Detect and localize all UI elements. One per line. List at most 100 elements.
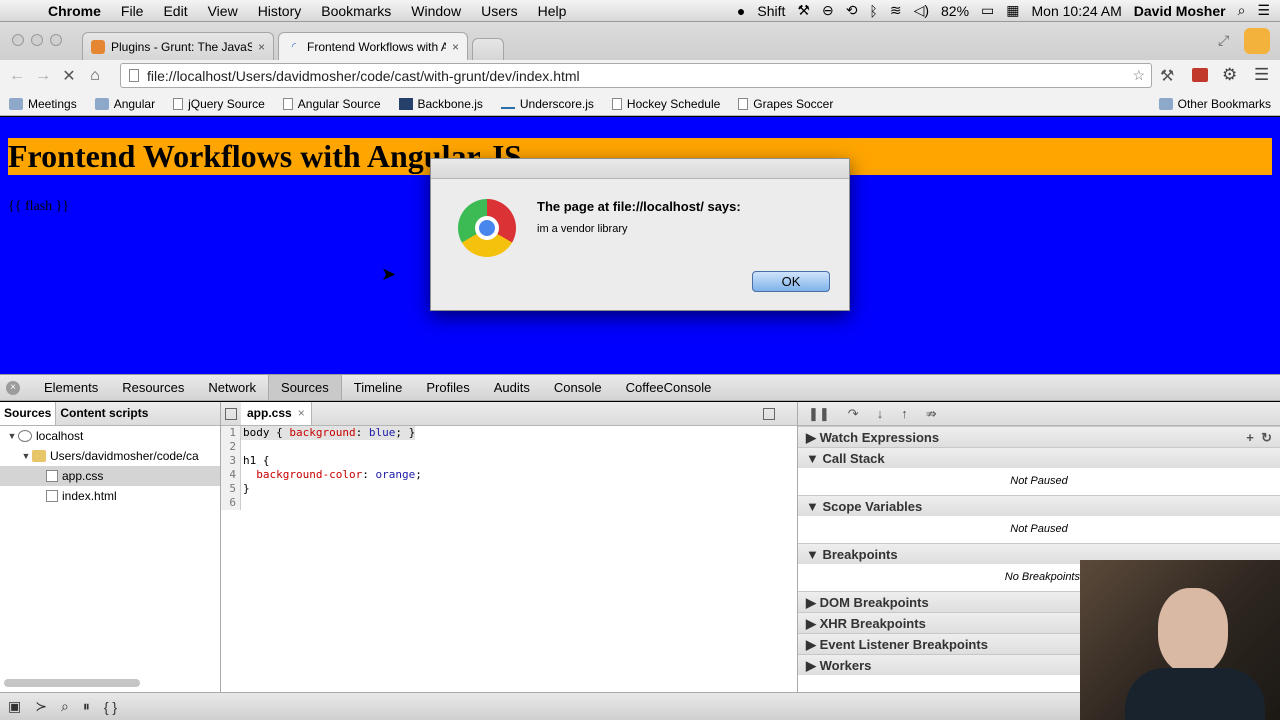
expand-triangle-icon[interactable]: ▼ bbox=[6, 431, 18, 441]
source-editor: app.css × 1 body { background: blue; } 2 3… bbox=[221, 402, 798, 692]
battery-icon[interactable]: ▭ bbox=[981, 2, 994, 19]
page-icon bbox=[611, 97, 622, 110]
navigator-tab-content-scripts[interactable]: Content scripts bbox=[56, 402, 152, 425]
back-button[interactable]: ← bbox=[4, 67, 30, 85]
dock-icon[interactable]: ▣ bbox=[8, 698, 21, 715]
bookmark-meetings[interactable]: Meetings bbox=[0, 97, 86, 111]
mouse-cursor-icon: ➤ bbox=[381, 264, 397, 284]
add-icon[interactable]: + ↻ bbox=[1246, 427, 1272, 448]
spotlight-search-icon[interactable]: ⌕ bbox=[1238, 2, 1246, 19]
devtools-close-icon[interactable]: × bbox=[6, 380, 20, 395]
expand-triangle-icon[interactable]: ▼ bbox=[20, 451, 32, 461]
calendar-icon[interactable]: ▦ bbox=[1006, 2, 1019, 19]
wifi-icon[interactable]: ≋ bbox=[890, 2, 902, 19]
window-minimize-button[interactable] bbox=[31, 34, 43, 46]
tree-item-folder[interactable]: ▼ Users/davidmosher/code/ca bbox=[0, 446, 220, 466]
other-bookmarks[interactable]: Other Bookmarks bbox=[1150, 97, 1280, 111]
tab-profiles[interactable]: Profiles bbox=[414, 375, 481, 400]
wrench-icon[interactable]: ⚒ bbox=[797, 2, 810, 19]
deactivate-breakpoints-icon[interactable]: ⇏ bbox=[926, 406, 937, 422]
tab-grunt-plugins[interactable]: Plugins - Grunt: The JavaS × bbox=[82, 32, 274, 60]
pause-on-exceptions-icon[interactable]: ⏸ bbox=[83, 698, 90, 715]
clock[interactable]: Mon 10:24 AM bbox=[1032, 3, 1122, 19]
tab-frontend-workflows[interactable]: ◜ Frontend Workflows with A × bbox=[278, 32, 468, 60]
tab-console[interactable]: Console bbox=[542, 375, 614, 400]
do-not-disturb-icon[interactable]: ⊖ bbox=[822, 2, 834, 19]
step-out-icon[interactable]: ↑ bbox=[901, 406, 908, 421]
menu-help[interactable]: Help bbox=[528, 3, 577, 19]
forward-button[interactable]: → bbox=[30, 67, 56, 85]
tab-close-icon[interactable]: × bbox=[452, 40, 459, 54]
menu-icon[interactable]: ☰ bbox=[1254, 65, 1269, 85]
code-lines[interactable]: 1 body { background: blue; } 2 3 h1 { 4 ba… bbox=[221, 426, 797, 510]
wrench-extension-icon[interactable]: ⚒ bbox=[1160, 66, 1174, 86]
bookmark-hockey-schedule[interactable]: Hockey Schedule bbox=[603, 97, 729, 111]
bookmark-angular-source[interactable]: Angular Source bbox=[274, 97, 390, 111]
menu-app-chrome[interactable]: Chrome bbox=[38, 3, 111, 19]
tab-resources[interactable]: Resources bbox=[110, 375, 196, 400]
show-console-icon[interactable]: ≻ bbox=[35, 698, 47, 715]
window-close-button[interactable] bbox=[12, 34, 24, 46]
battery-percent[interactable]: 82% bbox=[941, 3, 969, 19]
user-name[interactable]: David Mosher bbox=[1134, 3, 1226, 19]
bookmark-underscore[interactable]: Underscore.js bbox=[492, 97, 603, 111]
bookmark-star-icon[interactable]: ☆ bbox=[1132, 67, 1145, 84]
editor-tab-app-css[interactable]: app.css × bbox=[241, 402, 312, 425]
tab-close-icon[interactable]: × bbox=[258, 40, 265, 54]
volume-icon[interactable]: ◁) bbox=[914, 2, 929, 19]
alert-ok-button[interactable]: OK bbox=[752, 271, 830, 292]
tab-audits[interactable]: Audits bbox=[482, 375, 542, 400]
tab-sources[interactable]: Sources bbox=[268, 375, 342, 400]
address-bar[interactable]: file://localhost/Users/davidmosher/code/… bbox=[120, 63, 1152, 88]
stop-button[interactable]: ✕ bbox=[56, 66, 82, 86]
toggle-navigator-icon[interactable] bbox=[225, 408, 237, 420]
tree-item-localhost[interactable]: ▼ localhost bbox=[0, 426, 220, 446]
fullscreen-icon[interactable]: ⤢ bbox=[1218, 32, 1229, 49]
close-icon[interactable]: × bbox=[298, 406, 305, 420]
tab-coffeeconsole[interactable]: CoffeeConsole bbox=[614, 375, 724, 400]
tree-item-index-html[interactable]: index.html bbox=[0, 486, 220, 506]
window-zoom-button[interactable] bbox=[50, 34, 62, 46]
tree-item-app-css[interactable]: app.css bbox=[0, 466, 220, 486]
alert-title: The page at file://localhost/ says: bbox=[537, 199, 741, 214]
bookmark-jquery-source[interactable]: jQuery Source bbox=[164, 97, 274, 111]
extension-red-icon[interactable] bbox=[1192, 68, 1208, 82]
pause-icon[interactable]: ❚❚ bbox=[808, 406, 830, 422]
menu-bookmarks[interactable]: Bookmarks bbox=[311, 3, 401, 19]
bookmark-angular[interactable]: Angular bbox=[86, 97, 164, 111]
bluetooth-icon[interactable]: ᛒ bbox=[869, 3, 877, 19]
code-line: 1 body { background: blue; } bbox=[221, 426, 797, 440]
list-icon[interactable]: ☰ bbox=[1257, 2, 1270, 19]
new-tab-button[interactable] bbox=[472, 38, 504, 60]
tab-network[interactable]: Network bbox=[196, 375, 268, 400]
tab-elements[interactable]: Elements bbox=[32, 375, 110, 400]
tab-timeline[interactable]: Timeline bbox=[342, 375, 415, 400]
menu-file[interactable]: File bbox=[111, 3, 154, 19]
horizontal-scrollbar[interactable] bbox=[4, 679, 140, 687]
navigator-tab-sources[interactable]: Sources bbox=[0, 402, 57, 425]
time-machine-icon[interactable]: ⟲ bbox=[846, 2, 858, 19]
chrome-toolbar: ← → ✕ ⌂ file://localhost/Users/davidmosh… bbox=[0, 60, 1280, 92]
menu-history[interactable]: History bbox=[248, 3, 312, 19]
home-button[interactable]: ⌂ bbox=[82, 67, 108, 85]
step-into-icon[interactable]: ↓ bbox=[877, 406, 884, 421]
profile-cat-icon[interactable] bbox=[1244, 28, 1270, 54]
search-icon[interactable]: ⌕ bbox=[61, 698, 69, 715]
settings-gear-icon[interactable]: ⚙ bbox=[1222, 65, 1237, 85]
editor-tabs: app.css × bbox=[221, 402, 797, 426]
menu-view[interactable]: View bbox=[198, 3, 248, 19]
hat-icon[interactable]: ● bbox=[737, 3, 745, 19]
menu-edit[interactable]: Edit bbox=[153, 3, 197, 19]
call-stack-header[interactable]: ▼ Call Stack bbox=[798, 447, 1280, 468]
bookmark-backbone[interactable]: Backbone.js bbox=[390, 97, 492, 111]
bookmark-grapes-soccer[interactable]: Grapes Soccer bbox=[729, 97, 842, 111]
navigator-tabs: Sources Content scripts bbox=[0, 402, 220, 426]
toggle-debugger-icon[interactable] bbox=[763, 408, 775, 420]
menu-users[interactable]: Users bbox=[471, 3, 528, 19]
menu-window[interactable]: Window bbox=[401, 3, 471, 19]
watch-expressions-header[interactable]: ▶ Watch Expressions + ↻ bbox=[798, 426, 1280, 447]
scope-variables-header[interactable]: ▼ Scope Variables bbox=[798, 495, 1280, 516]
pretty-print-icon[interactable]: { } bbox=[104, 699, 117, 715]
shift-label[interactable]: Shift bbox=[757, 3, 785, 19]
step-over-icon[interactable]: ↷ bbox=[848, 406, 859, 422]
